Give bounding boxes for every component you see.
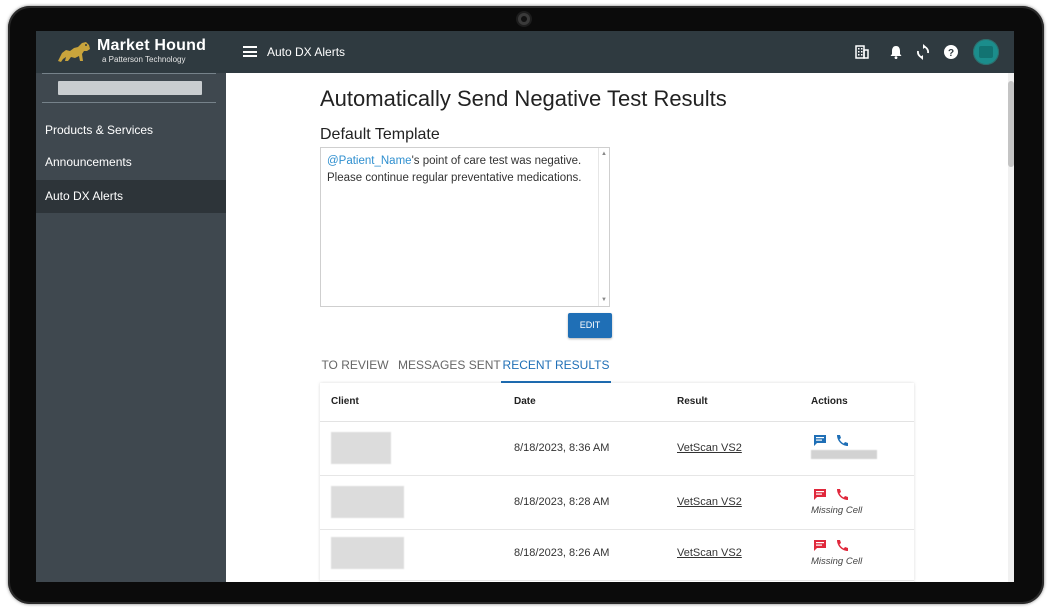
phone-number-redacted <box>811 450 877 459</box>
message-icon[interactable] <box>813 539 827 552</box>
table-header: Client Date Result Actions <box>320 383 914 422</box>
scroll-down-icon[interactable]: ▼ <box>601 297 607 303</box>
brand-name: Market Hound <box>97 37 207 54</box>
sidebar-divider <box>42 73 216 74</box>
column-header-result: Result <box>677 396 708 407</box>
sidebar: Market Hound a Patterson Technology Prod… <box>36 31 226 582</box>
hound-logo-icon <box>58 42 90 62</box>
page-scrollbar-thumb[interactable] <box>1008 81 1014 167</box>
sidebar-item-auto-dx-alerts[interactable]: Auto DX Alerts <box>36 180 226 213</box>
template-line2: Please continue regular preventative med… <box>327 172 582 184</box>
phone-icon[interactable] <box>835 539 849 552</box>
sidebar-item-announcements[interactable]: Announcements <box>36 146 226 179</box>
camera-icon <box>518 13 530 25</box>
sidebar-item-products-services[interactable]: Products & Services <box>36 114 226 147</box>
client-name-redacted <box>331 486 404 518</box>
main-content: Automatically Send Negative Test Results… <box>226 73 1014 582</box>
phone-icon[interactable] <box>835 488 849 501</box>
topbar-title: Auto DX Alerts <box>267 45 346 59</box>
bell-icon[interactable] <box>887 43 905 61</box>
sync-icon[interactable] <box>914 43 932 61</box>
message-icon[interactable] <box>813 488 827 501</box>
patient-name-mention: @Patient_Name <box>327 155 412 167</box>
column-header-client: Client <box>331 396 359 407</box>
app-screen: Market Hound a Patterson Technology Prod… <box>36 31 1014 582</box>
user-name-redacted <box>58 81 202 95</box>
help-icon[interactable]: ? <box>942 43 960 61</box>
section-title: Default Template <box>320 126 440 143</box>
tab-messages-sent[interactable]: MESSAGES SENT <box>398 353 501 383</box>
result-date: 8/18/2023, 8:36 AM <box>514 442 610 454</box>
page-title: Automatically Send Negative Test Results <box>320 86 727 111</box>
avatar[interactable] <box>973 39 999 65</box>
sidebar-divider <box>42 102 216 103</box>
template-textarea[interactable]: @Patient_Name's point of care test was n… <box>320 147 610 307</box>
column-header-actions: Actions <box>811 396 848 407</box>
missing-cell-label: Missing Cell <box>811 505 863 516</box>
edit-button[interactable]: EDIT <box>568 313 612 338</box>
result-link[interactable]: VetScan VS2 <box>677 496 742 508</box>
table-row[interactable]: 8/18/2023, 8:28 AM VetScan VS2 Missing C… <box>320 476 914 530</box>
missing-cell-label: Missing Cell <box>811 556 863 567</box>
client-name-redacted <box>331 432 391 464</box>
hamburger-menu-icon[interactable] <box>243 46 257 57</box>
tab-recent-results[interactable]: RECENT RESULTS <box>501 353 611 383</box>
table-row[interactable]: 8/18/2023, 8:26 AM VetScan VS2 Missing C… <box>320 530 914 581</box>
message-icon[interactable] <box>813 434 827 447</box>
scroll-up-icon[interactable]: ▲ <box>601 151 607 157</box>
phone-icon[interactable] <box>835 434 849 447</box>
brand-subtitle: a Patterson Technology <box>102 55 186 64</box>
result-link[interactable]: VetScan VS2 <box>677 547 742 559</box>
result-date: 8/18/2023, 8:28 AM <box>514 496 610 508</box>
template-line1: 's point of care test was negative. <box>411 155 582 167</box>
template-text: @Patient_Name's point of care test was n… <box>327 153 592 187</box>
template-scrollbar[interactable]: ▲ ▼ <box>598 148 609 306</box>
result-date: 8/18/2023, 8:26 AM <box>514 547 610 559</box>
top-bar: Auto DX Alerts ? <box>226 31 1014 73</box>
table-row[interactable]: 8/18/2023, 8:36 AM VetScan VS2 <box>320 422 914 476</box>
tab-to-review[interactable]: TO REVIEW <box>320 353 390 383</box>
column-header-date: Date <box>514 396 536 407</box>
building-icon[interactable] <box>853 43 871 61</box>
brand-header: Market Hound a Patterson Technology <box>36 31 226 73</box>
client-name-redacted <box>331 537 404 569</box>
svg-text:?: ? <box>948 48 954 59</box>
result-link[interactable]: VetScan VS2 <box>677 442 742 454</box>
results-table: Client Date Result Actions 8/18/2023, 8:… <box>320 383 914 582</box>
